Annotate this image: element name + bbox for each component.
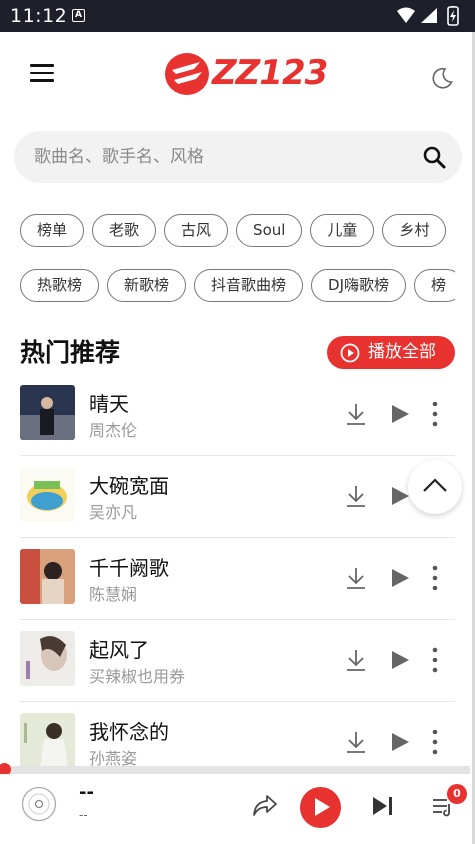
chart-chip-row: 热歌榜 新歌榜 抖音歌曲榜 DJ嗨歌榜榜 bbox=[20, 269, 455, 303]
song-row[interactable]: 千千阙歌 陈慧娴 bbox=[0, 538, 475, 620]
play-icon bbox=[315, 798, 330, 816]
album-cover bbox=[20, 467, 75, 522]
song-title: 大碗宽面 bbox=[89, 474, 169, 498]
song-title: 我怀念的 bbox=[89, 720, 169, 744]
album-cover bbox=[20, 713, 75, 766]
notification-app-icon: A bbox=[72, 9, 85, 22]
play-circle-icon bbox=[340, 343, 360, 363]
album-cover bbox=[20, 631, 75, 686]
now-playing-artist: -- bbox=[79, 808, 88, 822]
chip-ertong[interactable]: 儿童 bbox=[310, 214, 375, 247]
chip-soul[interactable]: Soul bbox=[236, 214, 303, 247]
song-list: 晴天 周杰伦 大碗宽面 吴亦凡 千千阙歌 陈慧娴 起风了 买辣椒也用券 我怀念的… bbox=[0, 374, 475, 766]
play-pause-button[interactable] bbox=[300, 787, 341, 828]
more-options-icon[interactable] bbox=[431, 401, 439, 427]
chip-hot-chart[interactable]: 热歌榜 bbox=[20, 269, 100, 302]
song-title: 晴天 bbox=[89, 392, 129, 416]
playback-progress-bar[interactable] bbox=[0, 763, 470, 776]
play-icon[interactable] bbox=[391, 569, 409, 587]
download-icon[interactable] bbox=[345, 402, 367, 426]
play-all-button[interactable]: 播放全部 bbox=[327, 336, 455, 369]
hamburger-menu-icon[interactable] bbox=[30, 64, 54, 84]
chip-gufeng[interactable]: 古风 bbox=[164, 214, 229, 247]
chip-dj-chart[interactable]: DJ嗨歌榜 bbox=[311, 269, 407, 302]
song-row[interactable]: 我怀念的 孙燕姿 bbox=[0, 702, 475, 766]
play-icon[interactable] bbox=[391, 405, 409, 423]
next-track-icon[interactable] bbox=[372, 796, 394, 816]
play-icon[interactable] bbox=[391, 487, 409, 505]
chip-new-chart[interactable]: 新歌榜 bbox=[107, 269, 187, 302]
download-icon[interactable] bbox=[345, 484, 367, 508]
song-row[interactable]: 晴天 周杰伦 bbox=[0, 374, 475, 456]
logo-mark-icon bbox=[165, 53, 209, 95]
song-title: 千千阙歌 bbox=[89, 556, 169, 580]
download-icon[interactable] bbox=[345, 648, 367, 672]
chip-bangdan[interactable]: 榜单 bbox=[20, 214, 85, 247]
song-artist: 吴亦凡 bbox=[89, 503, 138, 522]
chevron-up-icon bbox=[423, 478, 447, 492]
song-row[interactable]: 大碗宽面 吴亦凡 bbox=[0, 456, 475, 538]
play-icon[interactable] bbox=[391, 733, 409, 751]
back-to-top-button[interactable] bbox=[408, 460, 462, 514]
section-title: 热门推荐 bbox=[20, 338, 121, 367]
chip-xiangcun[interactable]: 乡村 bbox=[382, 214, 447, 247]
song-artist: 周杰伦 bbox=[89, 421, 138, 440]
moon-icon[interactable] bbox=[430, 66, 454, 90]
download-icon[interactable] bbox=[345, 566, 367, 590]
song-row[interactable]: 起风了 买辣椒也用券 bbox=[0, 620, 475, 702]
song-artist: 买辣椒也用券 bbox=[89, 667, 186, 686]
search-input[interactable] bbox=[34, 131, 414, 183]
chip-laoge[interactable]: 老歌 bbox=[92, 214, 157, 247]
app-logo: ZZ123 bbox=[164, 51, 328, 97]
search-bar[interactable] bbox=[14, 131, 462, 183]
song-artist: 孙燕姿 bbox=[89, 749, 138, 766]
wifi-icon bbox=[397, 7, 415, 23]
mini-player: -- -- 0 bbox=[0, 774, 475, 844]
album-cover bbox=[20, 549, 75, 604]
play-all-label: 播放全部 bbox=[368, 342, 436, 362]
album-cover bbox=[20, 385, 75, 440]
song-title: 起风了 bbox=[89, 638, 149, 662]
song-artist: 陈慧娴 bbox=[89, 585, 138, 604]
status-time: 11:12 bbox=[10, 5, 68, 27]
more-options-icon[interactable] bbox=[431, 647, 439, 673]
play-icon[interactable] bbox=[391, 651, 409, 669]
now-playing-title: -- bbox=[79, 782, 94, 803]
queue-count-badge: 0 bbox=[447, 784, 467, 804]
more-options-icon[interactable] bbox=[431, 565, 439, 591]
status-bar: 11:12 A bbox=[0, 0, 475, 32]
share-icon[interactable] bbox=[252, 792, 278, 818]
category-chip-row: 榜单 老歌 古风 Soul 儿童 乡村 bbox=[20, 214, 455, 248]
cellular-icon bbox=[421, 8, 437, 23]
logo-text: ZZ123 bbox=[212, 53, 328, 93]
search-icon[interactable] bbox=[422, 145, 446, 169]
download-icon[interactable] bbox=[345, 730, 367, 754]
chip-more-chart[interactable]: 榜 bbox=[414, 269, 455, 302]
system-status-icons bbox=[397, 6, 459, 26]
disc-icon[interactable] bbox=[21, 786, 57, 822]
chip-douyin-chart[interactable]: 抖音歌曲榜 bbox=[194, 269, 304, 302]
more-options-icon[interactable] bbox=[431, 729, 439, 755]
